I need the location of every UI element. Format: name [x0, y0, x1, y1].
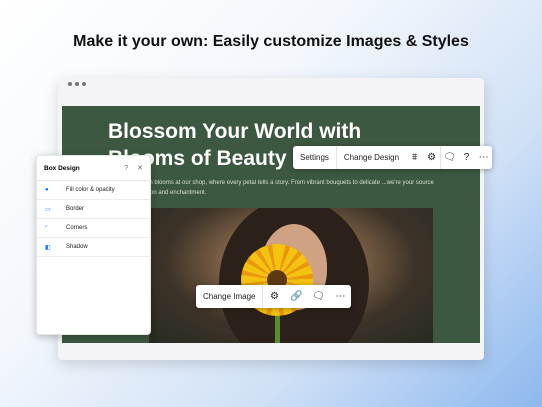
gear-icon[interactable]: ⚙	[423, 146, 440, 169]
animation-icon[interactable]: ⩨	[406, 146, 423, 169]
close-icon[interactable]: ✕	[137, 164, 143, 172]
comment-icon[interactable]: 🗨	[307, 285, 329, 308]
panel-item-label: Fill color & opacity	[66, 187, 115, 193]
headline: Make it your own: Easily customize Image…	[73, 33, 469, 50]
help-icon[interactable]: ?	[458, 146, 475, 169]
panel-item-label: Shadow	[66, 244, 88, 250]
gear-icon[interactable]: ⚙	[263, 285, 285, 308]
link-icon[interactable]: 🔗	[285, 285, 307, 308]
shadow-icon: ◧	[45, 244, 51, 251]
settings-button[interactable]: Settings	[293, 146, 337, 169]
panel-item-shadow[interactable]: ◧ Shadow	[37, 238, 150, 257]
comment-icon[interactable]: 🗨	[441, 146, 458, 169]
change-design-button[interactable]: Change Design	[337, 146, 406, 169]
help-icon[interactable]: ?	[124, 165, 128, 172]
change-image-button[interactable]: Change Image	[196, 285, 264, 308]
panel-header: Box Design ? ✕	[37, 156, 150, 181]
window-dot	[75, 82, 79, 86]
text-toolbar: Settings Change Design ⩨ ⚙ 🗨 ? ⋯	[293, 146, 493, 169]
panel-title: Box Design	[44, 164, 80, 172]
hero-text[interactable]: ...beauty of fresh blooms at our shop, w…	[108, 178, 438, 198]
border-icon: ▭	[45, 206, 51, 213]
hero-image[interactable]	[149, 208, 433, 343]
corners-icon: ⌜	[45, 225, 48, 232]
image-toolbar: Change Image ⚙ 🔗 🗨 ⋯	[196, 285, 352, 308]
more-icon[interactable]: ⋯	[475, 146, 492, 169]
window-dot	[68, 82, 72, 86]
fill-icon: ●	[45, 187, 49, 193]
panel-item-label: Border	[66, 206, 85, 212]
panel-item-corners[interactable]: ⌜ Corners	[37, 219, 150, 238]
hero-title-line1: Blossom Your World with	[108, 120, 362, 143]
more-icon[interactable]: ⋯	[329, 285, 351, 308]
box-design-panel: Box Design ? ✕ ● Fill color & opacity ▭ …	[36, 155, 151, 335]
panel-item-border[interactable]: ▭ Border	[37, 200, 150, 219]
window-dots	[68, 82, 86, 86]
window-dot	[82, 82, 86, 86]
panel-item-label: Corners	[66, 225, 88, 231]
panel-item-fill[interactable]: ● Fill color & opacity	[37, 181, 150, 200]
